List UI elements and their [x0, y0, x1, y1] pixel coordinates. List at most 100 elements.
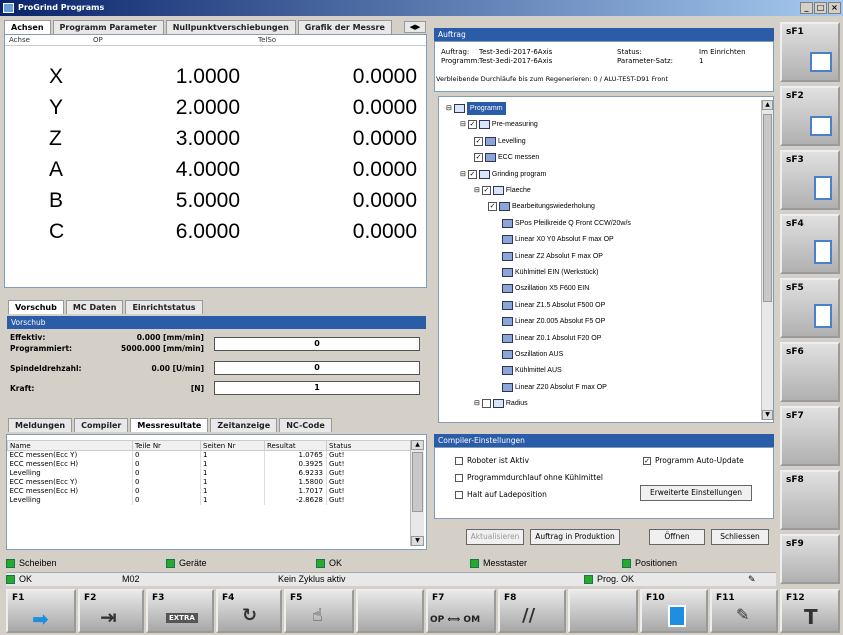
softkey-sf2[interactable]: sF2 — [780, 86, 840, 146]
schliessen-button[interactable]: Schliessen — [711, 529, 769, 545]
table-row[interactable]: ECC messen(Ecc Y) 0 1 1.5800 Gut! — [7, 477, 416, 487]
scroll-up-arrow[interactable]: ▲ — [411, 440, 424, 450]
softkey-sf4[interactable]: sF4 — [780, 214, 840, 274]
fkey-f5[interactable]: F5 ☝ — [284, 589, 354, 633]
softkey-sf8[interactable]: sF8 — [780, 470, 840, 530]
tree-node[interactable]: Linear Z0.005 Absolut F5 OP — [502, 315, 605, 328]
fkey-f9[interactable] — [568, 589, 638, 633]
tab-programm-parameter[interactable]: Programm Parameter — [52, 20, 164, 34]
tab-nc-code[interactable]: NC-Code — [279, 418, 332, 432]
fkey-f3[interactable]: F3 EXTRA — [146, 589, 214, 633]
cell-result: 0.3925 — [264, 459, 327, 469]
table-row[interactable]: ECC messen(Ecc H) 0 1 0.3925 Gut! — [7, 459, 416, 469]
fkey-f6[interactable] — [356, 589, 424, 633]
tab-compiler[interactable]: Compiler — [74, 418, 129, 432]
softkey-sf9[interactable]: sF9 — [780, 534, 840, 584]
tree-node[interactable]: ⊟ Radius — [474, 397, 528, 410]
fkey-f8[interactable]: F8 // — [498, 589, 566, 633]
tree-node[interactable]: Kühlmittel EIN (Werkstück) — [502, 266, 599, 279]
tree-scrollbar[interactable]: ▲ ▼ — [761, 100, 773, 420]
tab-zeitanzeige[interactable]: Zeitanzeige — [210, 418, 278, 432]
tree-node[interactable]: SPos Pfeilkreide Q Front CCW/20w/s — [502, 217, 631, 230]
expand-icon[interactable]: ⊟ — [446, 102, 452, 115]
tab-meldungen[interactable]: Meldungen — [8, 418, 73, 432]
tree-node[interactable]: ⊟ ✓ Flaeche — [474, 184, 531, 197]
softkey-sf3[interactable]: sF3 — [780, 150, 840, 210]
scroll-down-arrow[interactable]: ▼ — [762, 410, 773, 420]
axis-row-x: X 1.0000 0.0000 — [5, 65, 424, 94]
scroll-up-arrow[interactable]: ▲ — [762, 100, 773, 110]
table-row[interactable]: ECC messen(Ecc H) 0 1 1.7017 Gut! — [7, 486, 416, 496]
tree-node[interactable]: Kühlmittel AUS — [502, 364, 562, 377]
minimize-button[interactable]: _ — [800, 2, 813, 14]
tree-checkbox[interactable]: ✓ — [467, 120, 477, 130]
tab-grafik-messresultate[interactable]: Grafik der Messre — [297, 20, 392, 34]
tab-einrichtstatus[interactable]: Einrichtstatus — [125, 300, 203, 314]
halt-ladeposition-checkbox[interactable]: Halt auf Ladeposition — [455, 490, 547, 499]
checkbox-box[interactable] — [455, 456, 463, 465]
softkey-sf1[interactable]: sF1 — [780, 22, 840, 82]
fkey-f1[interactable]: F1 ➡ — [6, 589, 76, 633]
tree-node[interactable]: Linear Z0.1 Absolut F20 OP — [502, 332, 601, 345]
fkey-f2[interactable]: F2 ⇥ — [78, 589, 144, 633]
table-row[interactable]: ECC messen(Ecc Y) 0 1 1.0765 Gut! — [7, 450, 416, 460]
tree-checkbox[interactable]: ✓ — [474, 153, 483, 163]
softkey-sf7[interactable]: sF7 — [780, 406, 840, 466]
results-scrollbar[interactable]: ▲ ▼ — [410, 440, 424, 546]
checkbox-box[interactable] — [455, 473, 463, 482]
auto-update-checkbox[interactable]: ✓ Programm Auto-Update — [643, 456, 744, 465]
fkey-f4[interactable]: F4 ↻ — [216, 589, 282, 633]
close-button[interactable]: × — [828, 2, 841, 14]
roboter-checkbox[interactable]: Roboter ist Aktiv — [455, 456, 529, 465]
ohne-kuehlmittel-checkbox[interactable]: Programmdurchlauf ohne Kühlmittel — [455, 473, 603, 482]
tab-nullpunktverschiebungen[interactable]: Nullpunktverschiebungen — [165, 20, 296, 34]
tree-node[interactable]: ✓ Levelling — [474, 135, 526, 148]
softkey-sf6[interactable]: sF6 — [780, 342, 840, 402]
advanced-settings-button[interactable]: Erweiterte Einstellungen — [640, 485, 752, 501]
tree-checkbox[interactable] — [481, 399, 491, 409]
expand-icon[interactable]: ⊟ — [460, 168, 466, 181]
tree-checkbox[interactable]: ✓ — [474, 136, 483, 146]
tree-checkbox[interactable]: ✓ — [488, 202, 497, 212]
softkey-sf5[interactable]: sF5 — [780, 278, 840, 338]
tree-node[interactable]: ⊟ ✓ Pre-measuring — [460, 118, 538, 131]
expand-icon[interactable]: ⊟ — [474, 184, 480, 197]
expand-icon[interactable]: ⊟ — [474, 397, 480, 410]
fkey-f10[interactable]: F10 — [640, 589, 708, 633]
aktualisieren-button[interactable]: Aktualisieren — [466, 529, 524, 545]
softkey-label: sF6 — [786, 347, 804, 357]
tab-vorschub[interactable]: Vorschub — [8, 300, 64, 314]
fkey-f7[interactable]: F7 OP ⟺ OM — [426, 589, 496, 633]
tab-scroll-arrows[interactable]: ◀▶ — [404, 21, 426, 33]
tree-node[interactable]: Oszillation AUS — [502, 348, 563, 361]
tree-node[interactable]: ⊟ ✓ Grinding program — [460, 168, 546, 181]
checkbox-box[interactable]: ✓ — [643, 456, 651, 465]
eraser-icon[interactable]: ✎ — [748, 574, 756, 585]
fkey-f12[interactable]: F12 T — [780, 589, 840, 633]
tree-node[interactable]: Oszillation X5 F600 EIN — [502, 282, 589, 295]
cell-result: 6.9233 — [264, 468, 327, 478]
tree-node[interactable]: Linear Z1.5 Absolut F500 OP — [502, 299, 605, 312]
scroll-thumb[interactable] — [412, 452, 423, 512]
oeffnen-button[interactable]: Öffnen — [649, 529, 705, 545]
table-row[interactable]: Levelling 0 1 -2.8628 Gut! — [7, 495, 416, 505]
checkbox-box[interactable] — [455, 490, 463, 499]
fkey-f11[interactable]: F11 ✎ — [710, 589, 778, 633]
tree-node[interactable]: ✓ Bearbeitungswiederholung — [488, 200, 595, 213]
tab-achsen[interactable]: Achsen — [4, 20, 51, 34]
tree-checkbox[interactable]: ✓ — [481, 186, 491, 195]
tree-node[interactable]: ✓ ECC messen — [474, 151, 539, 164]
tree-node[interactable]: Linear X0 Y0 Absolut F max OP — [502, 233, 614, 246]
tab-mc-daten[interactable]: MC Daten — [65, 300, 124, 314]
scroll-thumb[interactable] — [763, 114, 772, 302]
tree-node[interactable]: Linear Z2 Absolut F max OP — [502, 250, 603, 263]
tree-node[interactable]: ⊟ Programm — [446, 102, 506, 115]
auftrag-produktion-button[interactable]: Auftrag in Produktion — [530, 529, 620, 545]
table-row[interactable]: Levelling 0 1 6.9233 Gut! — [7, 468, 416, 478]
expand-icon[interactable]: ⊟ — [460, 118, 466, 131]
scroll-down-arrow[interactable]: ▼ — [411, 536, 424, 546]
tree-checkbox[interactable]: ✓ — [467, 169, 477, 179]
maximize-button[interactable]: □ — [814, 2, 827, 14]
tree-node[interactable]: Linear Z20 Absolut F max OP — [502, 381, 607, 394]
tab-messresultate[interactable]: Messresultate — [130, 418, 209, 432]
